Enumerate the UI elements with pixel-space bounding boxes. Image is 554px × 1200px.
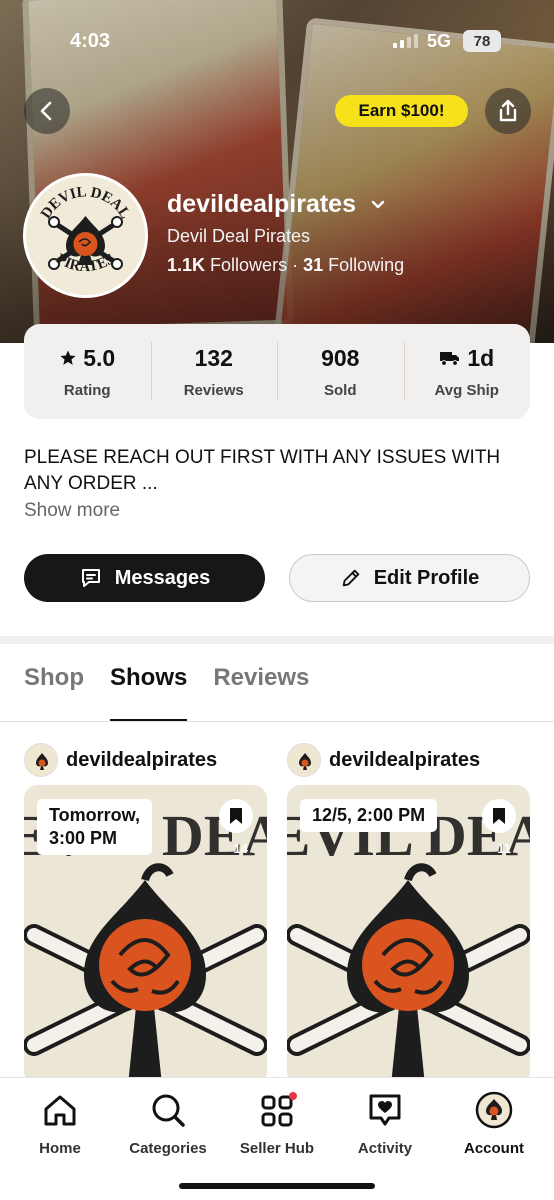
back-button[interactable] — [24, 88, 70, 134]
bookmark-icon — [493, 808, 505, 824]
messages-button[interactable]: Messages — [24, 554, 265, 602]
nav-activity[interactable]: Activity — [330, 1088, 440, 1157]
tab-shows[interactable]: Shows — [110, 664, 188, 722]
stat-reviews[interactable]: 132 Reviews — [150, 324, 278, 419]
pencil-icon — [342, 569, 359, 587]
followers-count[interactable]: 1.1K — [167, 255, 205, 275]
nav-categories[interactable]: Categories — [113, 1088, 223, 1157]
home-indicator — [179, 1183, 375, 1189]
store-display-name: Devil Deal Pirates — [167, 226, 311, 246]
profile-banner: 4:03 5G 78 Earn $100! DEVIL DEAL PIRATES… — [0, 0, 554, 343]
status-time: 4:03 — [70, 30, 111, 52]
show-more-link[interactable]: Show more — [24, 500, 120, 522]
chevron-down-icon — [371, 200, 385, 208]
avg-ship-value: 1d — [467, 344, 495, 371]
bookmark-button[interactable] — [482, 799, 516, 833]
avg-ship-label: Avg Ship — [434, 381, 499, 399]
sold-label: Sold — [324, 381, 357, 399]
nav-home[interactable]: Home — [5, 1088, 115, 1157]
rating-value: 5.0 — [83, 344, 116, 371]
battery-icon: 78 — [463, 30, 501, 52]
bottom-navigation: Home Categories Seller Hub Activity Acco… — [0, 1077, 554, 1200]
tab-reviews[interactable]: Reviews — [213, 664, 309, 722]
bookmark-icon — [230, 808, 242, 824]
bookmark-count: 14 — [233, 841, 248, 856]
bookmark-count: 11 — [497, 841, 511, 856]
sold-value: 908 — [321, 344, 360, 371]
stat-rating[interactable]: 5.0 Rating — [24, 324, 151, 419]
store-handle-dropdown[interactable]: devildealpirates — [167, 190, 386, 219]
signal-icon — [393, 34, 418, 48]
home-icon — [44, 1095, 76, 1126]
account-avatar-icon — [475, 1091, 513, 1129]
show-time-badge: 12/5, 2:00 PM — [300, 799, 438, 832]
following-label[interactable]: Following — [328, 255, 404, 275]
reviews-label: Reviews — [183, 381, 244, 399]
star-icon — [60, 350, 76, 365]
show-card[interactable]: DEVIL DEAL 12/5, 2:00 PM 11 — [287, 785, 530, 1085]
bookmark-button[interactable] — [219, 799, 253, 833]
nav-seller-hub[interactable]: Seller Hub — [222, 1088, 332, 1157]
show-time-badge: Tomorrow, 3:00 PM — [37, 799, 152, 855]
messages-label: Messages — [114, 566, 211, 589]
followers-label[interactable]: Followers — [210, 255, 287, 275]
store-handle: devildealpirates — [167, 190, 356, 218]
search-icon — [152, 1094, 185, 1127]
show-seller-name: devildealpirates — [329, 748, 481, 771]
status-bar: 4:03 5G 78 — [0, 26, 554, 56]
nav-account[interactable]: Account — [439, 1088, 549, 1157]
show-seller-avatar — [24, 743, 58, 777]
message-icon — [81, 569, 100, 587]
show-seller-row[interactable]: devildealpirates — [24, 742, 217, 778]
stat-avg-ship[interactable]: 1d Avg Ship — [403, 324, 531, 419]
truck-icon — [440, 352, 460, 366]
show-seller-name: devildealpirates — [66, 748, 218, 771]
share-icon — [499, 99, 517, 122]
share-button[interactable] — [485, 88, 531, 134]
tab-shop[interactable]: Shop — [24, 664, 84, 722]
reviews-value: 132 — [194, 344, 233, 371]
store-avatar[interactable]: DEVIL DEAL PIRATES — [23, 173, 148, 298]
edit-profile-label: Edit Profile — [373, 566, 480, 589]
profile-tabs: Shop Shows Reviews — [24, 664, 309, 722]
show-card[interactable]: DEVIL DEAL Tomorrow, 3:00 PM 14 — [24, 785, 267, 1085]
seller-stats-card: 5.0 Rating 132 Reviews 908 Sold 1d Avg S… — [24, 324, 530, 419]
following-count[interactable]: 31 — [303, 255, 323, 275]
store-description: PLEASE REACH OUT FIRST WITH ANY ISSUES W… — [24, 447, 501, 494]
show-seller-avatar — [287, 743, 321, 777]
earn-referral-button[interactable]: Earn $100! — [335, 95, 468, 127]
network-label: 5G — [427, 31, 452, 51]
rating-label: Rating — [63, 381, 111, 399]
show-seller-row[interactable]: devildealpirates — [287, 742, 480, 778]
notification-dot — [289, 1092, 297, 1100]
edit-profile-button[interactable]: Edit Profile — [289, 554, 530, 602]
tabs-divider — [0, 721, 554, 722]
section-divider — [0, 636, 554, 644]
stat-sold[interactable]: 908 Sold — [277, 324, 404, 419]
heart-chat-icon — [369, 1094, 401, 1126]
chevron-left-icon — [40, 101, 52, 121]
follow-stats: 1.1K Followers · 31 Following — [167, 255, 405, 275]
